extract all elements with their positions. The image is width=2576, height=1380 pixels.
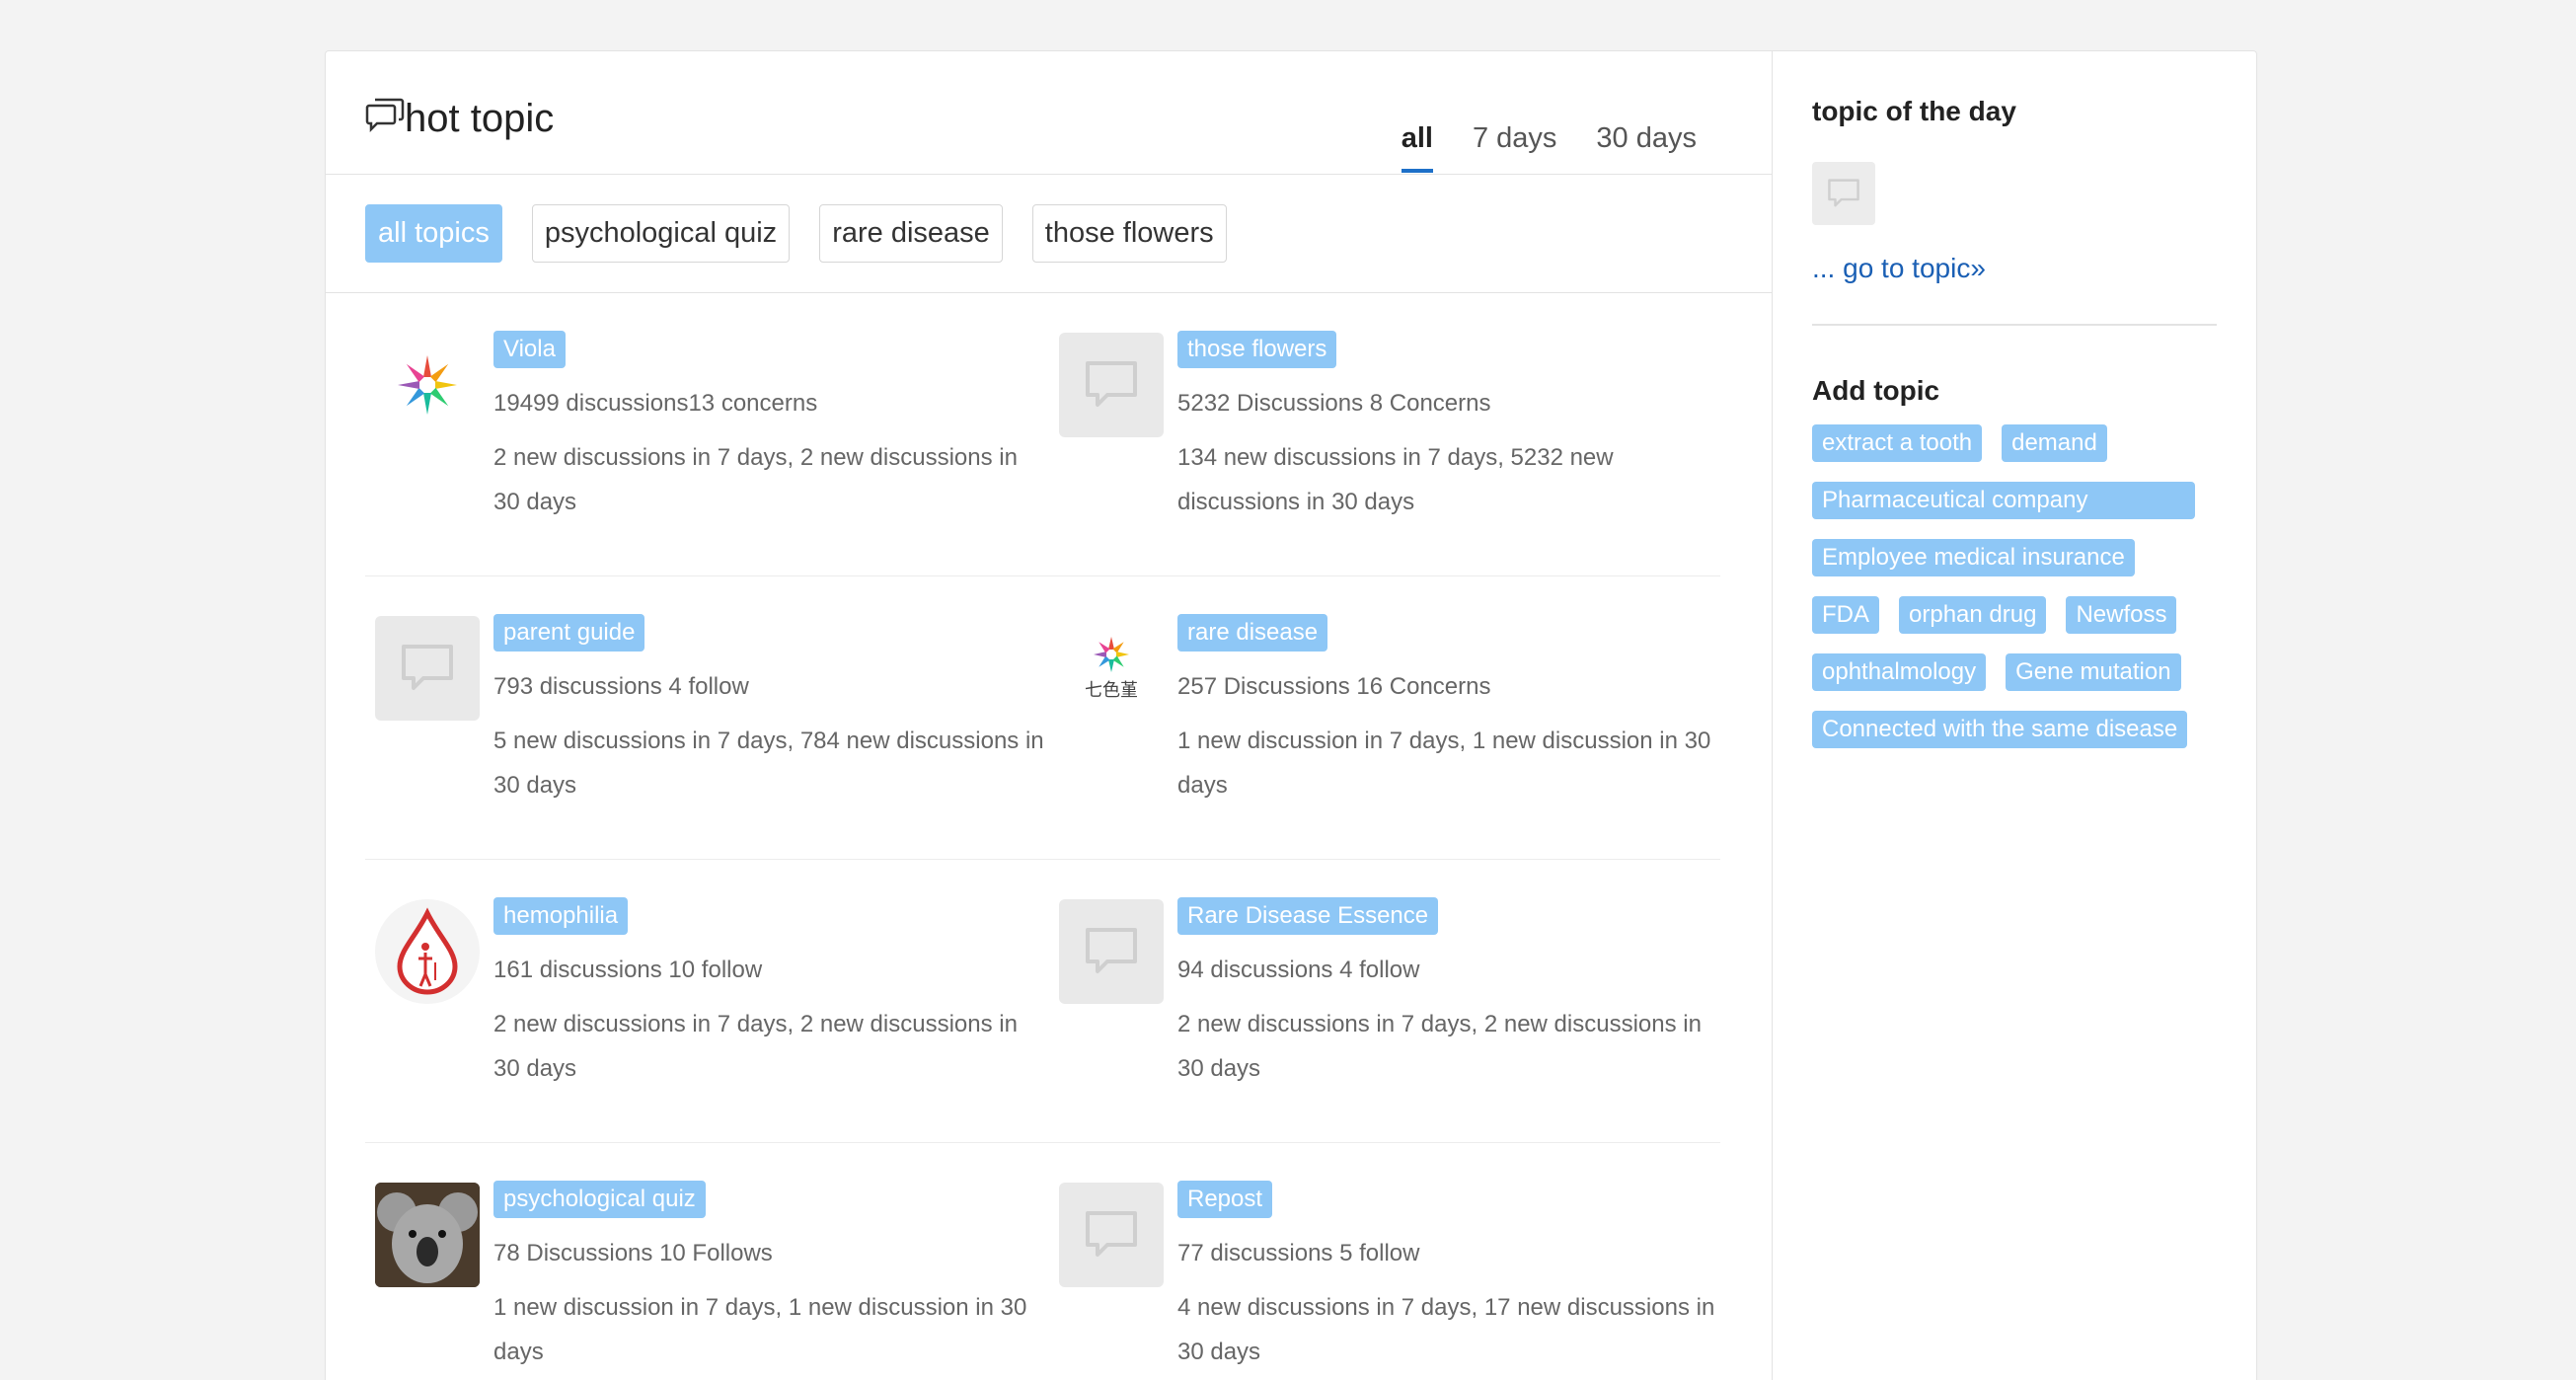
topic-item: parent guide 793 discussions 4 follow 5 … bbox=[365, 576, 1049, 860]
topic-item: psychological quiz 78 Discussions 10 Fol… bbox=[365, 1143, 1049, 1380]
topic-recent: 2 new discussions in 7 days, 2 new discu… bbox=[1177, 1011, 1702, 1082]
add-tag-ophthalmology[interactable]: ophthalmology bbox=[1812, 653, 1987, 691]
topic-tag[interactable]: Repost bbox=[1177, 1181, 1273, 1218]
topic-tag[interactable]: Viola bbox=[493, 331, 566, 368]
topic-recent: 134 new discussions in 7 days, 5232 new … bbox=[1177, 444, 1614, 515]
sidebar: topic of the day ... go to topic» Add to… bbox=[1773, 51, 2256, 1380]
add-tag-demand[interactable]: demand bbox=[2002, 424, 2107, 462]
topic-item: those flowers 5232 Discussions 8 Concern… bbox=[1049, 293, 1720, 576]
filter-psychological-quiz[interactable]: psychological quiz bbox=[531, 204, 791, 263]
topic-tag[interactable]: rare disease bbox=[1177, 614, 1328, 652]
topic-stats: 77 discussions 5 follow bbox=[1177, 1240, 1420, 1266]
topic-item: Repost 77 discussions 5 follow 4 new dis… bbox=[1049, 1143, 1720, 1380]
topic-tag[interactable]: those flowers bbox=[1177, 331, 1337, 368]
topic-tag[interactable]: psychological quiz bbox=[493, 1181, 706, 1218]
chat-bubble-icon[interactable] bbox=[1059, 333, 1164, 437]
divider bbox=[1812, 324, 2217, 326]
chat-bubble-icon[interactable] bbox=[1812, 162, 1875, 225]
tab-30-days[interactable]: 30 days bbox=[1596, 122, 1697, 173]
blood-drop-icon[interactable] bbox=[375, 899, 480, 1004]
go-to-topic-link[interactable]: ... go to topic» bbox=[1812, 253, 2217, 284]
add-topic-tags: extract a tooth demand Pharmaceutical co… bbox=[1812, 424, 2217, 748]
chat-bubble-icon[interactable] bbox=[1059, 899, 1164, 1004]
topic-recent: 1 new discussion in 7 days, 1 new discus… bbox=[1177, 728, 1711, 799]
topic-tag[interactable]: hemophilia bbox=[493, 897, 629, 935]
koala-photo-icon[interactable] bbox=[375, 1183, 480, 1287]
topic-recent: 5 new discussions in 7 days, 784 new dis… bbox=[493, 728, 1044, 799]
topic-item: 七色堇 rare disease 257 Discussions 16 Conc… bbox=[1049, 576, 1720, 860]
hot-topic-card: hot topic all 7 days 30 days all topics … bbox=[325, 50, 2257, 1380]
topic-stats: 78 Discussions 10 Follows bbox=[493, 1240, 773, 1266]
filter-bar: all topics psychological quiz rare disea… bbox=[326, 175, 1772, 293]
topic-stats: 94 discussions 4 follow bbox=[1177, 957, 1420, 983]
add-tag-newfoss[interactable]: Newfoss bbox=[2066, 596, 2177, 634]
topic-recent: 2 new discussions in 7 days, 2 new discu… bbox=[493, 1011, 1018, 1082]
tab-7-days[interactable]: 7 days bbox=[1473, 122, 1556, 173]
topic-item: hemophilia 161 discussions 10 follow 2 n… bbox=[365, 860, 1049, 1143]
topic-stats: 5232 Discussions 8 Concerns bbox=[1177, 390, 1491, 417]
add-tag-gene-mutation[interactable]: Gene mutation bbox=[2006, 653, 2181, 691]
topic-stats: 257 Discussions 16 Concerns bbox=[1177, 673, 1491, 700]
topic-item: Viola 19499 discussions13 concerns 2 new… bbox=[365, 293, 1049, 576]
time-tabs: all 7 days 30 days bbox=[1401, 122, 1697, 173]
flower-logo-icon[interactable] bbox=[375, 333, 480, 437]
add-tag-extract-a-tooth[interactable]: extract a tooth bbox=[1812, 424, 1983, 462]
topic-tag[interactable]: parent guide bbox=[493, 614, 645, 652]
chat-bubble-icon[interactable] bbox=[1059, 1183, 1164, 1287]
add-tag-orphan-drug[interactable]: orphan drug bbox=[1899, 596, 2047, 634]
topic-tag[interactable]: Rare Disease Essence bbox=[1177, 897, 1439, 935]
topic-recent: 1 new discussion in 7 days, 1 new discus… bbox=[493, 1294, 1027, 1365]
add-tag-employee-medical-insurance[interactable]: Employee medical insurance bbox=[1812, 539, 2135, 576]
topic-of-day-title: topic of the day bbox=[1812, 96, 2016, 126]
tab-all[interactable]: all bbox=[1401, 122, 1433, 173]
flower-logo-icon[interactable]: 七色堇 bbox=[1059, 616, 1164, 721]
add-tag-connected-same-disease[interactable]: Connected with the same disease bbox=[1812, 711, 2188, 748]
chat-bubble-icon bbox=[365, 98, 405, 133]
add-topic-title: Add topic bbox=[1812, 375, 1940, 406]
filter-rare-disease[interactable]: rare disease bbox=[819, 204, 1003, 263]
topic-item: Rare Disease Essence 94 discussions 4 fo… bbox=[1049, 860, 1720, 1143]
topic-recent: 2 new discussions in 7 days, 2 new discu… bbox=[493, 444, 1018, 515]
filter-all-topics[interactable]: all topics bbox=[365, 204, 502, 263]
filter-those-flowers[interactable]: those flowers bbox=[1031, 204, 1227, 263]
main-panel: hot topic all 7 days 30 days all topics … bbox=[326, 51, 1773, 1380]
chat-bubble-icon[interactable] bbox=[375, 616, 480, 721]
add-tag-pharmaceutical-company[interactable]: Pharmaceutical company bbox=[1812, 482, 2195, 519]
topic-stats: 793 discussions 4 follow bbox=[493, 673, 749, 700]
topic-grid: Viola 19499 discussions13 concerns 2 new… bbox=[326, 293, 1772, 1380]
logo-text: 七色堇 bbox=[1085, 680, 1138, 700]
topic-stats: 161 discussions 10 follow bbox=[493, 957, 763, 983]
topic-recent: 4 new discussions in 7 days, 17 new disc… bbox=[1177, 1294, 1715, 1365]
header: hot topic all 7 days 30 days bbox=[326, 51, 1772, 175]
page-title: hot topic bbox=[405, 97, 555, 140]
topic-stats: 19499 discussions13 concerns bbox=[493, 390, 818, 417]
add-tag-fda[interactable]: FDA bbox=[1812, 596, 1879, 634]
